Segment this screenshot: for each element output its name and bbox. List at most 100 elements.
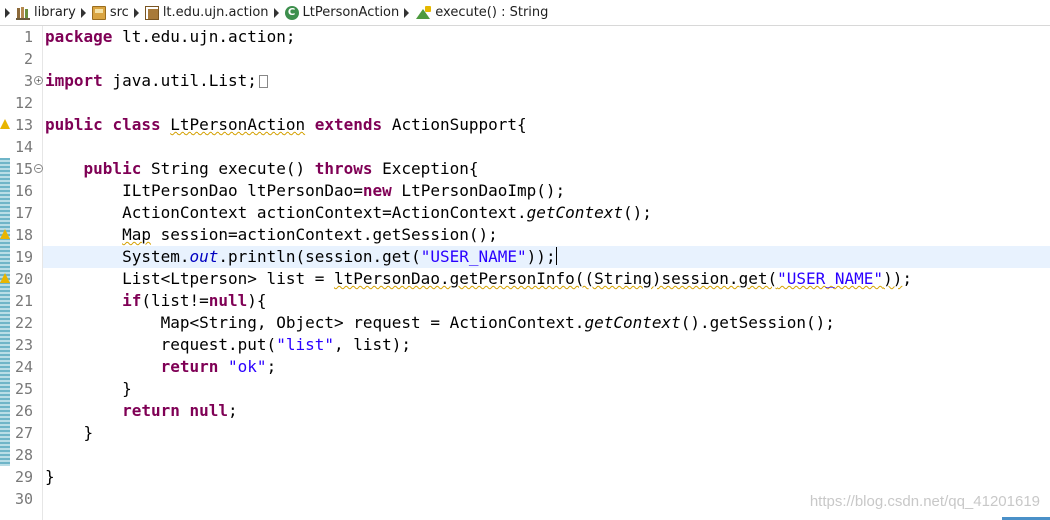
- code-token: class: [112, 115, 161, 134]
- code-token: out: [189, 247, 219, 266]
- line-number: 30: [14, 490, 33, 508]
- code-text: Map<String, Object> request = ActionCont…: [45, 312, 835, 334]
- code-token: .println(session.get(: [218, 247, 421, 266]
- code-line[interactable]: 22 Map<String, Object> request = ActionC…: [0, 312, 1050, 334]
- code-line[interactable]: 13 public class LtPersonAction extends Ac…: [0, 114, 1050, 136]
- line-number: 1: [23, 28, 33, 46]
- code-line[interactable]: 27 }: [0, 422, 1050, 444]
- code-line[interactable]: 29}: [0, 466, 1050, 488]
- code-token: session=actionContext.getSession();: [150, 225, 498, 244]
- breadcrumb-item[interactable]: C LtPersonAction: [269, 2, 400, 24]
- breadcrumb-item[interactable]: lt.edu.ujn.action: [129, 2, 269, 24]
- code-text: }: [45, 466, 55, 488]
- package-icon: [144, 5, 159, 20]
- code-token: ActionContext actionContext=ActionContex…: [45, 203, 527, 222]
- code-line[interactable]: 25 }: [0, 378, 1050, 400]
- code-text: Map session=actionContext.getSession();: [45, 224, 498, 246]
- line-number: 12: [14, 94, 33, 112]
- code-line-background: [43, 378, 1050, 400]
- code-line-background: [43, 422, 1050, 444]
- code-token: ().getSession();: [680, 313, 835, 332]
- code-text: public String execute() throws Exception…: [45, 158, 479, 180]
- code-editor[interactable]: 1 package lt.edu.ujn.action; 2 3 + import jav…: [0, 26, 1050, 520]
- code-token: "list": [276, 335, 334, 354]
- library-icon: [16, 5, 30, 20]
- line-number: 16: [14, 182, 33, 200]
- code-line[interactable]: 24 return "ok";: [0, 356, 1050, 378]
- code-text: package lt.edu.ujn.action;: [45, 26, 295, 48]
- code-token: List<Ltperson> list =: [45, 269, 334, 288]
- code-token: return: [122, 401, 180, 420]
- code-text: }: [45, 422, 94, 444]
- code-token: "USER_NAME": [420, 247, 527, 266]
- expand-fold-icon[interactable]: +: [34, 76, 43, 85]
- code-line[interactable]: 16 ILtPersonDao ltPersonDao=new LtPerson…: [0, 180, 1050, 202]
- code-token: LtPersonDaoImp();: [391, 181, 566, 200]
- code-line-background: [43, 92, 1050, 114]
- code-token: }: [45, 467, 55, 486]
- line-number: 18: [14, 226, 33, 244]
- code-text: return "ok";: [45, 356, 277, 378]
- line-number: 28: [14, 446, 33, 464]
- code-line[interactable]: 26 return null;: [0, 400, 1050, 422]
- code-token: System.: [45, 247, 190, 266]
- code-token: new: [362, 181, 392, 200]
- code-token: getContext: [526, 203, 623, 222]
- line-number: 24: [14, 358, 33, 376]
- line-number: 19: [14, 248, 33, 266]
- source-folder-icon: [91, 5, 106, 20]
- code-line[interactable]: 28: [0, 444, 1050, 466]
- code-line[interactable]: 12: [0, 92, 1050, 114]
- code-token: if: [122, 291, 142, 310]
- line-number: 2: [23, 50, 33, 68]
- code-text: ILtPersonDao ltPersonDao=new LtPersonDao…: [45, 180, 565, 202]
- text-caret: [555, 247, 557, 265]
- code-line[interactable]: 20 List<Ltperson> list = ltPersonDao.get…: [0, 268, 1050, 290]
- code-token: ;: [902, 269, 912, 288]
- watermark: https://blog.csdn.net/qq_41201619: [809, 493, 1040, 510]
- code-token: }: [45, 379, 132, 398]
- code-token: ActionSupport{: [382, 115, 527, 134]
- line-number: 27: [14, 424, 33, 442]
- code-token: return: [160, 357, 219, 376]
- line-number: 25: [14, 380, 33, 398]
- code-line[interactable]: 14: [0, 136, 1050, 158]
- code-token: ){: [247, 291, 267, 310]
- code-token: ltPersonDao.getPersonInfo((String)sessio…: [333, 269, 778, 288]
- line-number: 15: [14, 160, 33, 178]
- line-number: 29: [14, 468, 33, 486]
- code-line[interactable]: 3 + import java.util.List;: [0, 70, 1050, 92]
- code-line[interactable]: 15− public String execute() throws Excep…: [0, 158, 1050, 180]
- code-token: Map<String, Object> request = ActionCont…: [45, 313, 585, 332]
- code-token: package: [45, 27, 113, 46]
- code-token: throws: [314, 159, 373, 178]
- collapse-fold-icon[interactable]: −: [34, 164, 43, 173]
- code-text: System.out.println(session.get("USER_NAM…: [45, 246, 557, 268]
- code-text: request.put("list", list);: [45, 334, 411, 356]
- code-token: getContext: [584, 313, 681, 332]
- breadcrumb-item[interactable]: library: [2, 2, 76, 24]
- code-token: null: [189, 401, 229, 420]
- breadcrumb-item[interactable]: execute() : String: [399, 2, 548, 24]
- collapsed-imports-icon[interactable]: [258, 75, 268, 88]
- code-token: "ok": [228, 357, 267, 376]
- code-line[interactable]: 17 ActionContext actionContext=ActionCon…: [0, 202, 1050, 224]
- code-line[interactable]: 2: [0, 48, 1050, 70]
- breadcrumb-label: LtPersonAction: [302, 5, 400, 20]
- code-token: ;: [228, 401, 238, 420]
- breadcrumb-label: lt.edu.ujn.action: [162, 5, 269, 20]
- chevron-right-icon: [80, 7, 86, 18]
- breadcrumb-label: src: [109, 5, 129, 20]
- breadcrumb-item[interactable]: src: [76, 2, 129, 24]
- code-line[interactable]: 18 Map session=actionContext.getSession(…: [0, 224, 1050, 246]
- code-line[interactable]: 23 request.put("list", list);: [0, 334, 1050, 356]
- code-line[interactable]: 1 package lt.edu.ujn.action;: [0, 26, 1050, 48]
- breadcrumb-label: execute() : String: [435, 5, 549, 20]
- code-line[interactable]: 21 if(list!=null){: [0, 290, 1050, 312]
- code-token: Exception{: [372, 159, 479, 178]
- code-line[interactable]: 19 System.out.println(session.get("USER_…: [0, 246, 1050, 268]
- code-token: public: [45, 115, 103, 134]
